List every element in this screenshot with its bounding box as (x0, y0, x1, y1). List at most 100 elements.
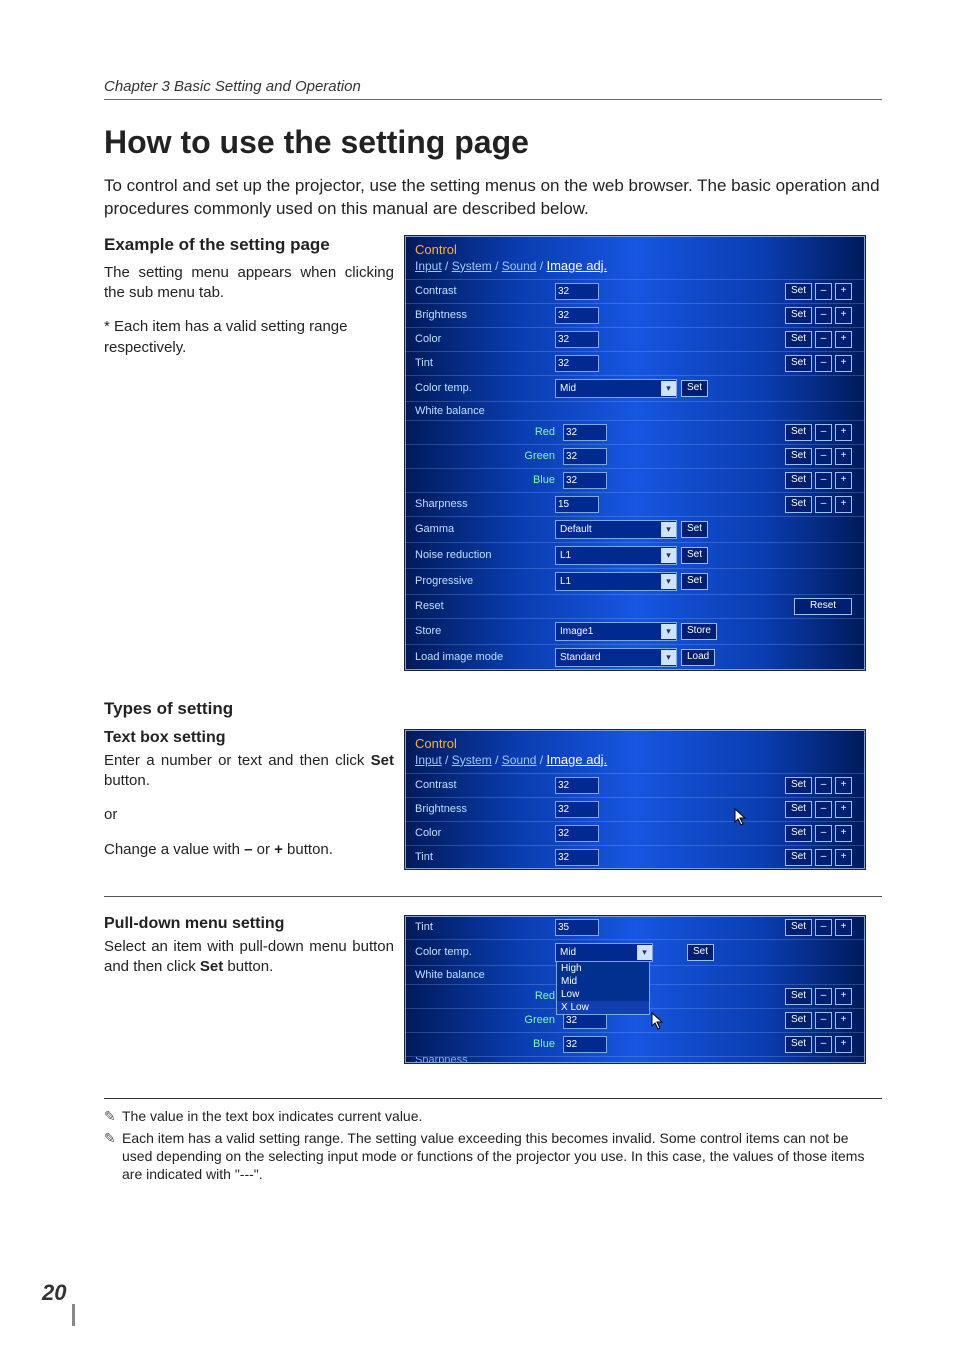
input-wb-blue[interactable] (563, 472, 607, 489)
dropdown-option[interactable]: High (557, 962, 649, 975)
input-tint[interactable] (555, 849, 599, 866)
set-button[interactable]: Set (785, 307, 812, 324)
plus-button[interactable]: + (835, 448, 852, 465)
select-noise-reduction[interactable]: L1 ▾ (555, 546, 677, 565)
minus-button[interactable]: – (815, 472, 832, 489)
crumb-system[interactable]: System (452, 259, 492, 273)
input-wb-blue[interactable] (563, 1036, 607, 1053)
reset-button[interactable]: Reset (794, 598, 852, 615)
set-button[interactable]: Set (785, 1012, 812, 1029)
plus-button[interactable]: + (835, 283, 852, 300)
plus-button[interactable]: + (835, 849, 852, 866)
dropdown-option[interactable]: Low (557, 988, 649, 1001)
set-button[interactable]: Set (687, 944, 714, 961)
set-button[interactable]: Set (681, 547, 708, 564)
chevron-down-icon[interactable]: ▾ (637, 945, 652, 960)
plus-button[interactable]: + (835, 988, 852, 1005)
set-button[interactable]: Set (785, 283, 812, 300)
set-button[interactable]: Set (681, 380, 708, 397)
plus-button[interactable]: + (835, 496, 852, 513)
input-contrast[interactable] (555, 283, 599, 300)
dropdown-option[interactable]: Mid (557, 975, 649, 988)
plus-button[interactable]: + (835, 825, 852, 842)
input-wb-red[interactable] (563, 424, 607, 441)
minus-button[interactable]: – (815, 496, 832, 513)
set-button[interactable]: Set (785, 1036, 812, 1053)
set-button[interactable]: Set (681, 573, 708, 590)
set-button[interactable]: Set (785, 448, 812, 465)
set-button[interactable]: Set (785, 988, 812, 1005)
minus-button[interactable]: – (815, 307, 832, 324)
input-brightness[interactable] (555, 801, 599, 818)
store-button[interactable]: Store (681, 623, 717, 640)
plus-button[interactable]: + (835, 355, 852, 372)
minus-button[interactable]: – (815, 448, 832, 465)
set-button[interactable]: Set (785, 825, 812, 842)
select-load-image-mode[interactable]: Standard ▾ (555, 648, 677, 667)
select-color-temp[interactable]: Mid ▾ (555, 379, 677, 398)
set-button[interactable]: Set (785, 496, 812, 513)
minus-button[interactable]: – (815, 1036, 832, 1053)
minus-button[interactable]: – (815, 355, 832, 372)
plus-button[interactable]: + (835, 1036, 852, 1053)
plus-button[interactable]: + (835, 331, 852, 348)
chevron-down-icon[interactable]: ▾ (661, 381, 676, 396)
plus-button[interactable]: + (835, 801, 852, 818)
minus-button[interactable]: – (815, 988, 832, 1005)
input-brightness[interactable] (555, 307, 599, 324)
input-tint[interactable] (555, 355, 599, 372)
input-color[interactable] (555, 331, 599, 348)
set-button[interactable]: Set (785, 355, 812, 372)
chevron-down-icon[interactable]: ▾ (661, 574, 676, 589)
minus-button[interactable]: – (815, 825, 832, 842)
select-gamma[interactable]: Default ▾ (555, 520, 677, 539)
set-button[interactable]: Set (785, 849, 812, 866)
minus-button[interactable]: – (815, 331, 832, 348)
set-button[interactable]: Set (785, 331, 812, 348)
minus-button[interactable]: – (815, 424, 832, 441)
minus-button[interactable]: – (815, 849, 832, 866)
crumb-image-adj[interactable]: Image adj. (546, 752, 607, 767)
minus-button[interactable]: – (815, 919, 832, 936)
chevron-down-icon[interactable]: ▾ (661, 522, 676, 537)
input-tint[interactable] (555, 919, 599, 936)
dropdown-option[interactable]: X Low (557, 1001, 649, 1014)
load-button[interactable]: Load (681, 649, 715, 666)
input-color[interactable] (555, 825, 599, 842)
plus-button[interactable]: + (835, 424, 852, 441)
crumb-input[interactable]: Input (415, 259, 442, 273)
minus-button[interactable]: – (815, 283, 832, 300)
chevron-down-icon[interactable]: ▾ (661, 624, 676, 639)
plus-button[interactable]: + (835, 472, 852, 489)
crumb-image-adj[interactable]: Image adj. (546, 258, 607, 273)
select-store[interactable]: Image1 ▾ (555, 622, 677, 641)
set-button[interactable]: Set (785, 424, 812, 441)
set-button[interactable]: Set (785, 777, 812, 794)
set-button[interactable]: Set (785, 919, 812, 936)
minus-button[interactable]: – (815, 1012, 832, 1029)
input-contrast[interactable] (555, 777, 599, 794)
set-button[interactable]: Set (681, 521, 708, 538)
input-wb-green[interactable] (563, 448, 607, 465)
select-color-temp[interactable]: Mid ▾ High Mid Low X Low (555, 943, 653, 962)
select-progressive[interactable]: L1 ▾ (555, 572, 677, 591)
plus-button[interactable]: + (835, 919, 852, 936)
set-button[interactable]: Set (785, 801, 812, 818)
plus-button[interactable]: + (835, 307, 852, 324)
input-sharpness[interactable] (555, 496, 599, 513)
chevron-down-icon[interactable]: ▾ (661, 548, 676, 563)
row-color: Color Set – + (405, 327, 865, 351)
minus-button[interactable]: – (815, 777, 832, 794)
crumb-input[interactable]: Input (415, 753, 442, 767)
set-button[interactable]: Set (785, 472, 812, 489)
crumb-sound[interactable]: Sound (502, 259, 537, 273)
crumb-system[interactable]: System (452, 753, 492, 767)
label-tint: Tint (415, 357, 555, 369)
plus-button[interactable]: + (835, 777, 852, 794)
plus-button[interactable]: + (835, 1012, 852, 1029)
minus-button[interactable]: – (815, 801, 832, 818)
row-wb-blue: Blue Set – + (405, 468, 865, 492)
crumb-sound[interactable]: Sound (502, 753, 537, 767)
crumb-sep: / (492, 259, 502, 273)
chevron-down-icon[interactable]: ▾ (661, 650, 676, 665)
